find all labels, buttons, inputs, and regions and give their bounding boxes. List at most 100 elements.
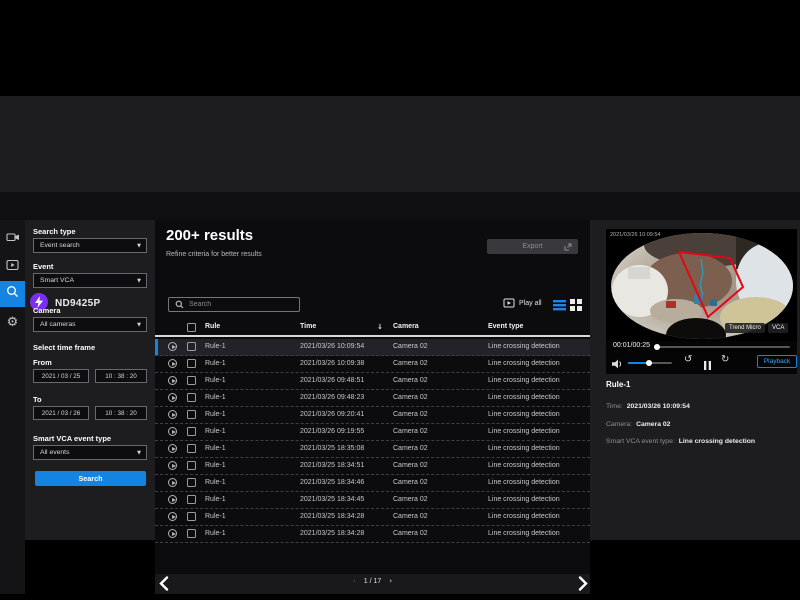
table-row[interactable]: Rule-12021/03/25 18:34:51Camera 02Line c… <box>155 458 590 475</box>
row-play-button[interactable] <box>168 495 177 504</box>
seek-bar[interactable] <box>655 346 790 348</box>
detail-camera-value: Camera 02 <box>636 421 670 428</box>
export-label: Export <box>522 243 542 250</box>
table-row[interactable]: Rule-12021/03/26 09:48:23Camera 02Line c… <box>155 390 590 407</box>
cell-rule: Rule-1 <box>205 530 226 537</box>
cell-rule: Rule-1 <box>205 428 226 435</box>
detail-camera-row: Camera: Camera 02 <box>606 421 670 428</box>
to-time-input[interactable]: 10 : 38 : 20 <box>95 406 147 420</box>
detail-rule-name: Rule-1 <box>606 380 630 389</box>
results-panel: 200+ results Refine criteria for better … <box>155 220 590 574</box>
export-button[interactable]: Export <box>487 239 578 254</box>
table-row[interactable]: Rule-12021/03/26 10:09:38Camera 02Line c… <box>155 356 590 373</box>
row-checkbox[interactable] <box>187 342 196 351</box>
row-play-button[interactable] <box>168 410 177 419</box>
table-row[interactable]: Rule-12021/03/26 09:19:55Camera 02Line c… <box>155 424 590 441</box>
chevron-down-icon: ▼ <box>137 243 146 249</box>
row-play-button[interactable] <box>168 478 177 487</box>
nav-live-camera[interactable] <box>0 226 25 252</box>
search-button[interactable]: Search <box>35 471 146 486</box>
sort-descending-icon[interactable]: ↓ <box>377 323 383 331</box>
row-play-button[interactable] <box>168 342 177 351</box>
row-checkbox[interactable] <box>187 529 196 538</box>
table-row[interactable]: Rule-12021/03/25 18:34:45Camera 02Line c… <box>155 492 590 509</box>
column-camera[interactable]: Camera <box>393 323 419 330</box>
search-icon <box>175 300 184 309</box>
trend-micro-button[interactable]: Trend Micro <box>725 323 765 333</box>
row-checkbox[interactable] <box>187 461 196 470</box>
results-search-input[interactable] <box>189 301 289 308</box>
row-play-button[interactable] <box>168 461 177 470</box>
column-event-type[interactable]: Event type <box>488 323 523 330</box>
cell-event-type: Line crossing detection <box>488 411 560 418</box>
cell-event-type: Line crossing detection <box>488 360 560 367</box>
vca-type-dropdown[interactable]: All events ▼ <box>33 445 147 460</box>
from-date-input[interactable]: 2021 / 03 / 25 <box>33 369 89 383</box>
results-search-box[interactable] <box>168 297 300 312</box>
row-checkbox[interactable] <box>187 495 196 504</box>
from-time-input[interactable]: 10 : 38 : 20 <box>95 369 147 383</box>
row-checkbox[interactable] <box>187 359 196 368</box>
list-view-button[interactable] <box>553 298 566 310</box>
search-type-dropdown[interactable]: Event search ▼ <box>33 238 147 253</box>
cell-rule: Rule-1 <box>205 360 226 367</box>
row-checkbox[interactable] <box>187 427 196 436</box>
event-dropdown[interactable]: Smart VCA ▼ <box>33 273 147 288</box>
row-checkbox[interactable] <box>187 410 196 419</box>
detail-camera-label: Camera: <box>606 421 632 428</box>
table-row[interactable]: Rule-12021/03/26 09:20:41Camera 02Line c… <box>155 407 590 424</box>
cell-event-type: Line crossing detection <box>488 394 560 401</box>
table-row[interactable]: Rule-12021/03/25 18:35:08Camera 02Line c… <box>155 441 590 458</box>
chevron-down-icon: ▼ <box>137 322 146 328</box>
to-date-input[interactable]: 2021 / 03 / 26 <box>33 406 89 420</box>
play-all-button[interactable]: Play all <box>503 298 542 308</box>
nav-playback[interactable] <box>0 254 25 280</box>
select-all-checkbox[interactable] <box>187 323 196 332</box>
row-play-button[interactable] <box>168 529 177 538</box>
replay-icon[interactable]: ↺ <box>684 354 692 365</box>
row-checkbox[interactable] <box>187 478 196 487</box>
row-checkbox[interactable] <box>187 444 196 453</box>
row-checkbox[interactable] <box>187 393 196 402</box>
row-checkbox[interactable] <box>187 376 196 385</box>
table-row[interactable]: Rule-12021/03/26 09:48:51Camera 02Line c… <box>155 373 590 390</box>
volume-slider[interactable] <box>628 362 672 364</box>
cell-time: 2021/03/26 09:19:55 <box>300 428 364 435</box>
column-rule[interactable]: Rule <box>205 323 220 330</box>
nav-rail: ⚙ <box>0 220 25 594</box>
column-time[interactable]: Time <box>300 323 316 330</box>
volume-icon[interactable] <box>612 356 623 374</box>
vca-button[interactable]: VCA <box>768 323 788 333</box>
forward-icon[interactable]: ↻ <box>721 354 729 365</box>
seek-handle[interactable] <box>654 344 660 350</box>
pause-icon <box>704 361 711 370</box>
row-play-button[interactable] <box>168 512 177 521</box>
table-row[interactable]: Rule-12021/03/26 10:09:54Camera 02Line c… <box>155 339 590 356</box>
next-page-icon[interactable]: › <box>389 577 392 585</box>
cell-rule: Rule-1 <box>205 377 226 384</box>
camera-dropdown[interactable]: All cameras ▼ <box>33 317 147 332</box>
cell-rule: Rule-1 <box>205 513 226 520</box>
next-page-large-button[interactable] <box>578 576 590 592</box>
nav-search[interactable] <box>0 281 25 307</box>
prev-page-icon[interactable]: ‹ <box>353 577 356 585</box>
pause-button[interactable] <box>704 357 711 375</box>
nav-settings[interactable]: ⚙ <box>0 309 25 335</box>
event-label: Event <box>33 262 53 271</box>
row-play-button[interactable] <box>168 376 177 385</box>
grid-view-button[interactable] <box>570 298 583 310</box>
search-icon <box>6 285 19 303</box>
volume-handle[interactable] <box>646 360 652 366</box>
row-play-button[interactable] <box>168 359 177 368</box>
table-row[interactable]: Rule-12021/03/25 18:34:28Camera 02Line c… <box>155 526 590 543</box>
chevron-down-icon: ▼ <box>137 450 146 456</box>
cell-camera: Camera 02 <box>393 462 428 469</box>
row-play-button[interactable] <box>168 393 177 402</box>
table-row[interactable]: Rule-12021/03/25 18:34:46Camera 02Line c… <box>155 475 590 492</box>
row-play-button[interactable] <box>168 444 177 453</box>
row-checkbox[interactable] <box>187 512 196 521</box>
table-row[interactable]: Rule-12021/03/25 18:34:28Camera 02Line c… <box>155 509 590 526</box>
row-play-button[interactable] <box>168 427 177 436</box>
playback-button[interactable]: Playback <box>757 355 797 368</box>
cell-rule: Rule-1 <box>205 445 226 452</box>
